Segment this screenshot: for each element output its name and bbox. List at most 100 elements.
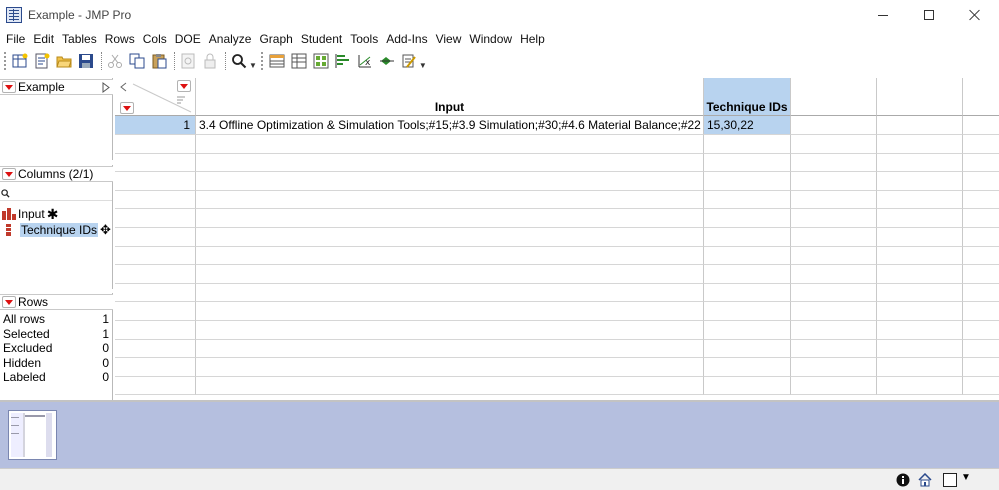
row-number-empty[interactable]	[115, 228, 196, 247]
table-cell-empty[interactable]	[877, 209, 963, 228]
menu-file[interactable]: File	[2, 30, 29, 48]
row-number-empty[interactable]	[115, 358, 196, 377]
table-cell-empty[interactable]	[196, 190, 704, 210]
table-cell-empty[interactable]	[877, 339, 963, 359]
menu-tables[interactable]: Tables	[58, 30, 101, 48]
table-cell-empty[interactable]	[963, 228, 999, 247]
table-cell-empty[interactable]	[877, 116, 963, 135]
table-cell-empty[interactable]	[877, 246, 963, 266]
column-header-technique-ids[interactable]: Technique IDs	[704, 78, 791, 116]
tabulate-button[interactable]	[289, 51, 309, 71]
new-data-table-button[interactable]	[10, 51, 30, 71]
menu-student[interactable]: Student	[297, 30, 346, 48]
toolbar-grip[interactable]	[4, 52, 7, 70]
menu-view[interactable]: View	[432, 30, 466, 48]
cut-button[interactable]	[105, 51, 125, 71]
search-dropdown[interactable]: ▼	[249, 61, 257, 70]
menu-cols[interactable]: Cols	[139, 30, 171, 48]
info-icon[interactable]	[896, 473, 910, 487]
red-triangle-icon[interactable]	[177, 80, 191, 92]
table-cell-empty[interactable]	[704, 265, 791, 284]
menu-edit[interactable]: Edit	[29, 30, 58, 48]
menu-analyze[interactable]: Analyze	[205, 30, 256, 48]
dropdown-icon[interactable]: ▼	[961, 472, 971, 483]
table-cell-empty[interactable]	[963, 265, 999, 284]
table-cell-empty[interactable]	[791, 172, 877, 191]
menu-graph[interactable]: Graph	[255, 30, 296, 48]
table-cell-empty[interactable]	[963, 358, 999, 377]
table-cell-empty[interactable]	[963, 377, 999, 396]
table-cell-empty[interactable]	[196, 265, 704, 284]
table-cell-empty[interactable]	[963, 302, 999, 321]
left-arrow-icon[interactable]	[120, 82, 127, 92]
table-cell-empty[interactable]	[877, 265, 963, 284]
row-number-empty[interactable]	[115, 172, 196, 191]
table-cell-empty[interactable]	[963, 284, 999, 303]
table-cell-empty[interactable]	[196, 339, 704, 359]
rows-stat-labeled[interactable]: Labeled 0	[3, 370, 109, 385]
table-cell-empty[interactable]	[791, 283, 877, 303]
search-button[interactable]	[229, 51, 249, 71]
lock-button[interactable]	[200, 51, 220, 71]
toolbar-grip[interactable]	[260, 52, 264, 70]
table-cell-empty[interactable]	[704, 246, 791, 266]
copy-button[interactable]	[127, 51, 147, 71]
minimize-button[interactable]	[860, 0, 906, 30]
menu-tools[interactable]: Tools	[346, 30, 382, 48]
table-cell-empty[interactable]	[196, 358, 704, 377]
table-cell-empty[interactable]	[704, 135, 791, 154]
table-cell-empty[interactable]	[963, 191, 999, 210]
row-number-empty[interactable]	[115, 339, 196, 359]
table-cell-empty[interactable]	[877, 135, 963, 154]
graph-builder-button[interactable]	[377, 51, 397, 71]
table-cell-empty[interactable]	[704, 228, 791, 247]
table-cell-empty[interactable]	[196, 172, 704, 191]
table-cell-empty[interactable]	[963, 340, 999, 359]
menu-doe[interactable]: DOE	[171, 30, 205, 48]
row-number-empty[interactable]	[115, 321, 196, 340]
column-search-box[interactable]	[0, 187, 112, 201]
table-cell-input[interactable]: 3.4 Offline Optimization & Simulation To…	[196, 116, 704, 135]
column-header-input[interactable]: Input	[196, 78, 704, 116]
window-thumbnail[interactable]	[8, 410, 57, 460]
column-item-technique-ids[interactable]: Technique IDs ✥	[2, 222, 111, 237]
table-cell-empty[interactable]	[791, 265, 877, 284]
table-cell-empty[interactable]	[963, 116, 999, 135]
row-number-empty[interactable]	[115, 265, 196, 284]
table-cell-empty[interactable]	[791, 153, 877, 173]
table-cell-empty[interactable]	[196, 376, 704, 396]
formula-asterisk-icon[interactable]: ✱	[47, 207, 59, 221]
menu-rows[interactable]: Rows	[101, 30, 139, 48]
row-number-empty[interactable]	[115, 190, 196, 210]
table-cell-empty[interactable]	[196, 321, 704, 340]
table-cell-empty[interactable]	[704, 302, 791, 321]
table-cell-empty[interactable]	[196, 153, 704, 173]
paste-button[interactable]	[149, 51, 169, 71]
data-table-view-button[interactable]	[267, 51, 287, 71]
toolbar-overflow-dropdown[interactable]: ▼	[419, 61, 427, 70]
row-number-empty[interactable]	[115, 283, 196, 303]
row-number-empty[interactable]	[115, 246, 196, 266]
table-cell-empty[interactable]	[196, 209, 704, 228]
table-cell-empty[interactable]	[963, 247, 999, 266]
table-cell-empty[interactable]	[196, 246, 704, 266]
table-cell-empty[interactable]	[704, 283, 791, 303]
row-number-empty[interactable]	[115, 302, 196, 321]
table-cell-empty[interactable]	[877, 153, 963, 173]
fit-y-by-x-button[interactable]	[333, 51, 353, 71]
red-triangle-icon[interactable]	[2, 296, 16, 308]
menu-add-ins[interactable]: Add-Ins	[382, 30, 431, 48]
table-cell-empty[interactable]	[196, 283, 704, 303]
run-script-icon[interactable]	[102, 82, 110, 93]
table-cell-empty[interactable]	[704, 358, 791, 377]
table-cell-empty[interactable]	[791, 228, 877, 247]
table-cell-empty[interactable]	[963, 321, 999, 340]
table-cell-empty[interactable]	[791, 246, 877, 266]
row-number[interactable]: 1	[115, 116, 196, 135]
table-cell-empty[interactable]	[791, 135, 877, 154]
table-cell-empty[interactable]	[877, 283, 963, 303]
table-cell-empty[interactable]	[791, 321, 877, 340]
table-cell-empty[interactable]	[963, 209, 999, 228]
menu-help[interactable]: Help	[516, 30, 549, 48]
table-cell-empty[interactable]	[196, 135, 704, 154]
